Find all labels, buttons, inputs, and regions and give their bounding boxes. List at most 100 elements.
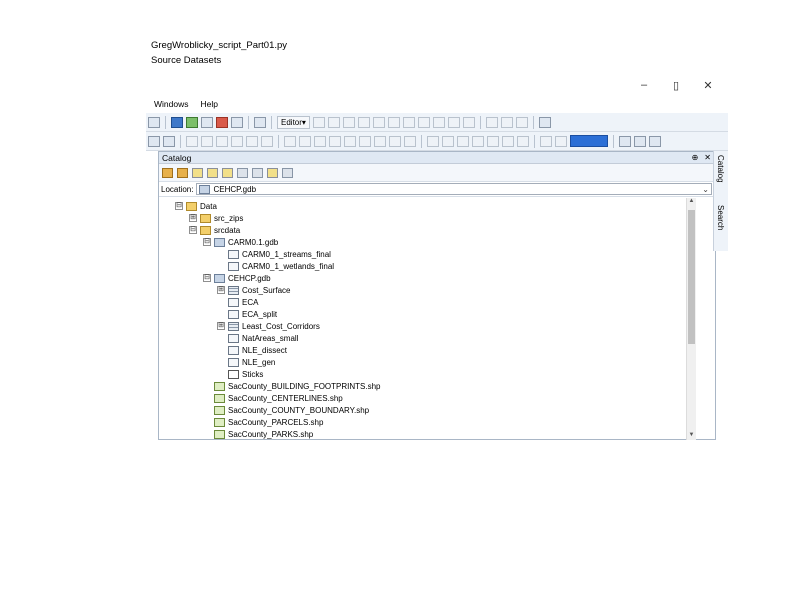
model-builder-icon[interactable]	[254, 116, 266, 128]
attributes-icon[interactable]	[485, 116, 498, 128]
html-popup-icon[interactable]	[457, 135, 469, 147]
pin-icon[interactable]: ⊕	[692, 153, 699, 162]
validate-icon[interactable]	[329, 135, 341, 147]
tree-item[interactable]: ECA_split	[228, 308, 277, 320]
sketch-properties-icon[interactable]	[500, 116, 513, 128]
hyperlink-icon[interactable]	[442, 135, 454, 147]
scrollbar-thumb[interactable]	[688, 210, 695, 344]
new-icon[interactable]	[148, 116, 160, 128]
print-icon[interactable]	[649, 135, 661, 147]
catalog-window-icon[interactable]	[186, 116, 198, 128]
tree-item[interactable]: NLE_dissect	[228, 344, 287, 356]
globe-icon[interactable]	[299, 135, 311, 147]
time-slider-icon[interactable]	[517, 135, 529, 147]
tree-item[interactable]: CARM0_1_streams_final	[228, 248, 331, 260]
route-icon[interactable]	[502, 135, 514, 147]
clear-selection-icon[interactable]	[389, 135, 401, 147]
location-input[interactable]: CEHCP.gdb ⌄	[196, 183, 712, 195]
reshape-icon[interactable]	[417, 116, 430, 128]
catalog-close-icon[interactable]: ✕	[704, 153, 711, 162]
tree-item[interactable]: NatAreas_small	[228, 332, 298, 344]
tree-item[interactable]: ⊞ Least_Cost_Corridors	[217, 320, 320, 332]
views-icon[interactable]	[237, 167, 248, 178]
rotate-icon[interactable]	[462, 116, 475, 128]
forward-icon[interactable]	[177, 167, 188, 178]
minimize-button[interactable]: –	[636, 79, 652, 91]
tree-item[interactable]: ⊟ srcdata	[189, 224, 240, 236]
collapse-icon[interactable]: ⊟	[203, 238, 211, 246]
tree-item[interactable]: SacCounty_BUILDING_FOOTPRINTS.shp	[214, 380, 381, 392]
toggle-tree-icon[interactable]	[267, 167, 278, 178]
side-tab-catalog[interactable]: Catalog	[716, 155, 725, 183]
collapse-icon[interactable]: ⊟	[189, 226, 197, 234]
tree-item[interactable]: ⊟ CARM0.1.gdb	[203, 236, 278, 248]
expand-icon[interactable]: ⊞	[217, 286, 225, 294]
fix-topology-icon[interactable]	[359, 135, 371, 147]
chevron-down-icon[interactable]: ⌄	[702, 185, 711, 194]
select-elements-icon[interactable]	[163, 135, 175, 147]
edit-tool-icon[interactable]	[312, 116, 325, 128]
cut-polygons-icon[interactable]	[432, 116, 445, 128]
up-one-level-icon[interactable]	[192, 167, 203, 178]
connect-folder-icon[interactable]	[222, 167, 233, 178]
edit-vertices-icon[interactable]	[402, 116, 415, 128]
search-window-icon[interactable]	[201, 116, 213, 128]
topology-icon[interactable]	[314, 135, 326, 147]
zoom-out-icon[interactable]	[555, 135, 567, 147]
tree-item[interactable]: SacCounty_COUNTY_BOUNDARY.shp	[214, 404, 369, 416]
back-icon[interactable]	[162, 167, 173, 178]
straight-segment-icon[interactable]	[342, 116, 355, 128]
scale-raster-icon[interactable]	[261, 135, 273, 147]
error-inspector-icon[interactable]	[344, 135, 356, 147]
home-folder-icon[interactable]	[207, 167, 218, 178]
split-icon[interactable]	[447, 116, 460, 128]
measure-icon[interactable]	[427, 135, 439, 147]
shift-raster-icon[interactable]	[246, 135, 258, 147]
menu-windows[interactable]: Windows	[154, 99, 188, 109]
collapse-icon[interactable]: ⊟	[175, 202, 183, 210]
maximize-button[interactable]: ▯	[668, 79, 684, 92]
create-features-icon[interactable]	[515, 116, 528, 128]
zoom-in-icon[interactable]	[540, 135, 552, 147]
trace-icon[interactable]	[372, 116, 385, 128]
menu-help[interactable]: Help	[200, 99, 217, 109]
link-table-icon[interactable]	[216, 135, 228, 147]
add-control-points-icon[interactable]	[201, 135, 213, 147]
table-of-contents-icon[interactable]	[171, 116, 183, 128]
toolbar-options-icon[interactable]	[538, 116, 551, 128]
tree-item[interactable]: ⊟ CEHCP.gdb	[203, 272, 271, 284]
identify-icon[interactable]	[148, 135, 160, 147]
toggle-contents-icon[interactable]	[252, 167, 263, 178]
tree-item[interactable]: ⊞ Cost_Surface	[217, 284, 290, 296]
georef-icon[interactable]	[186, 135, 198, 147]
scroll-up-arrow-icon[interactable]: ▲	[687, 198, 696, 207]
tree-item[interactable]: NLE_gen	[228, 356, 275, 368]
side-tab-search[interactable]: Search	[716, 205, 725, 230]
tree-item[interactable]: ⊞ src_zips	[189, 212, 243, 224]
collapse-icon[interactable]: ⊟	[203, 274, 211, 282]
end-point-arc-icon[interactable]	[357, 116, 370, 128]
layer-properties-icon[interactable]	[374, 135, 386, 147]
rotate-raster-icon[interactable]	[231, 135, 243, 147]
close-button[interactable]: ✕	[700, 79, 716, 92]
options-icon[interactable]	[282, 167, 293, 178]
scroll-down-arrow-icon[interactable]: ▼	[687, 432, 696, 440]
spatial-adjust-icon[interactable]	[284, 135, 296, 147]
go-to-xy-icon[interactable]	[487, 135, 499, 147]
editor-menu-button[interactable]: Editor▾	[277, 115, 310, 129]
tree-item[interactable]: Sticks	[228, 368, 263, 380]
point-icon[interactable]	[387, 116, 400, 128]
tree-item[interactable]: CARM0_1_wetlands_final	[228, 260, 334, 272]
python-window-icon[interactable]	[231, 116, 243, 128]
tree-item[interactable]: ECA	[228, 296, 258, 308]
vertical-scrollbar[interactable]: ▲ ▼	[686, 198, 696, 440]
tree-item[interactable]: ⊟ Data	[175, 200, 217, 212]
tree-item[interactable]: SacCounty_CENTERLINES.shp	[214, 392, 343, 404]
map-scale-input[interactable]	[570, 135, 608, 147]
tree-item[interactable]: SacCounty_PARCELS.shp	[214, 416, 323, 428]
layout-view-icon[interactable]	[619, 135, 631, 147]
expand-icon[interactable]: ⊞	[217, 322, 225, 330]
zoom-selected-icon[interactable]	[404, 135, 416, 147]
find-icon[interactable]	[472, 135, 484, 147]
expand-icon[interactable]: ⊞	[189, 214, 197, 222]
